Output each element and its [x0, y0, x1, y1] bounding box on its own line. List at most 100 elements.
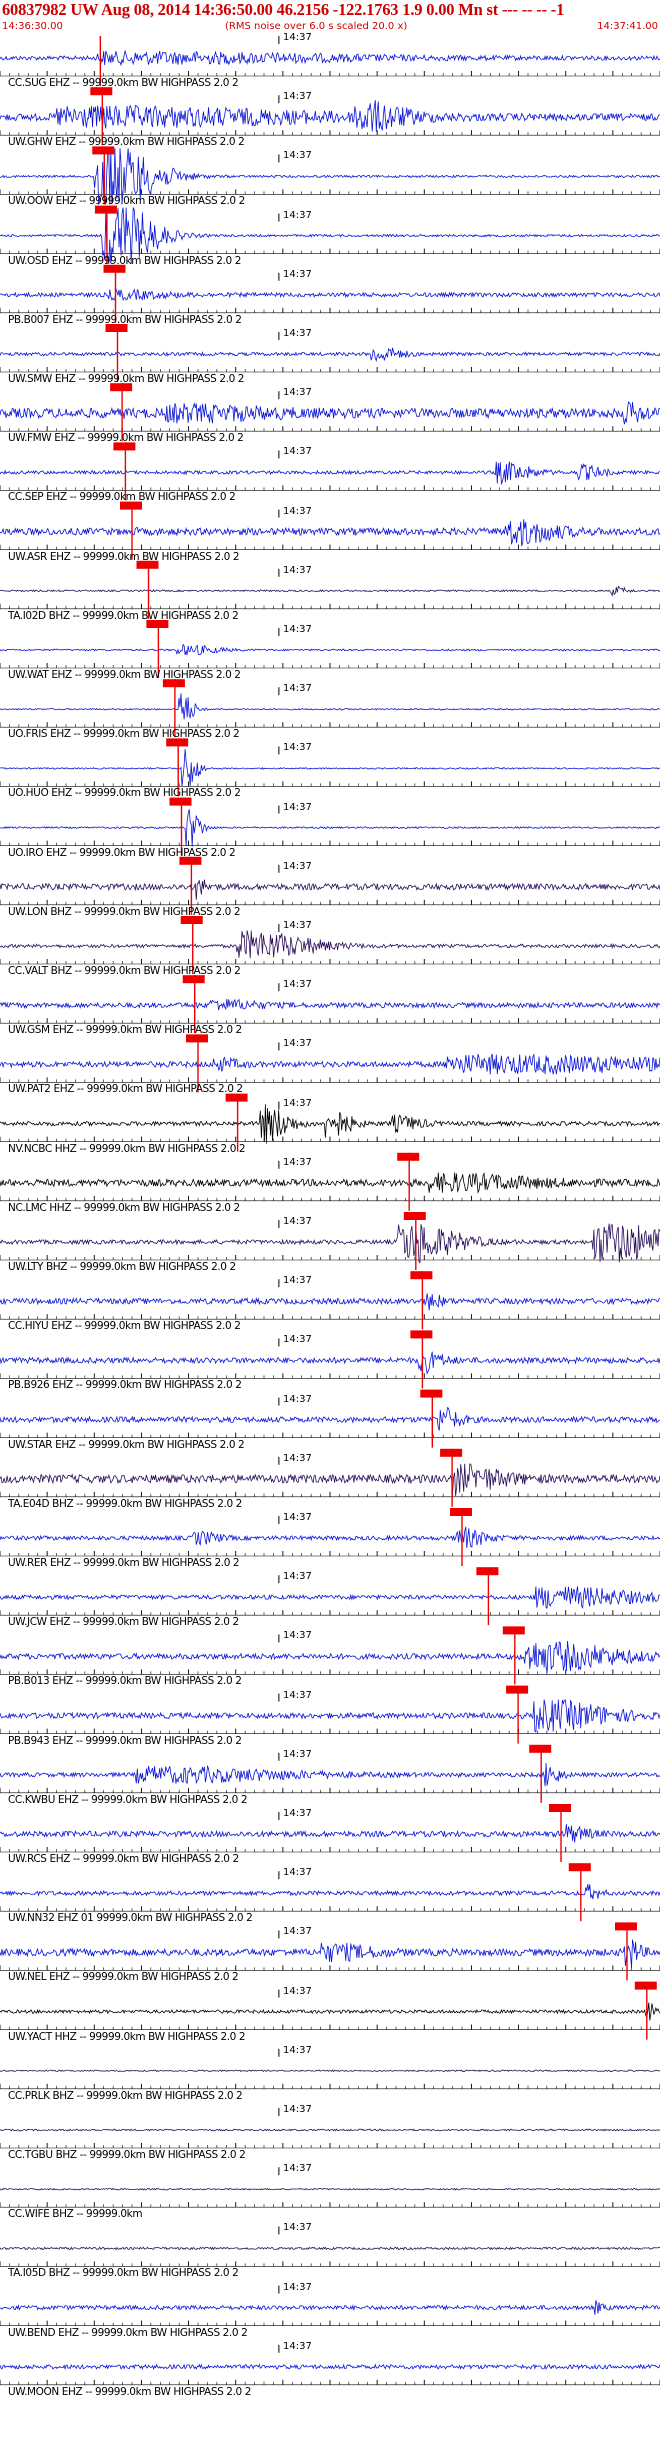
trace-label: UW.NEL EHZ -- 99999.0km BW HIGHPASS 2.0 … [8, 1971, 239, 1984]
pick-flag [476, 1567, 499, 1576]
trace-label: CC.SEP EHZ -- 99999.0km BW HIGHPASS 2.0 … [8, 491, 236, 504]
pick-flag [410, 1330, 433, 1339]
trace-row [0, 2285, 660, 2326]
minute-tick-label: 14:37 [283, 1038, 312, 1050]
trace-label: UW.MOON EHZ -- 99999.0km BW HIGHPASS 2.0… [8, 2385, 252, 2398]
minute-tick-label: 14:37 [283, 32, 312, 43]
minute-tick-label: 14:37 [283, 1334, 312, 1346]
minute-tick-label: 14:37 [283, 91, 312, 103]
trace-label: UW.PAT2 EHZ -- 99999.0km BW HIGHPASS 2.0… [8, 1083, 243, 1096]
trace-label: NC.LMC HHZ -- 99999.0km BW HIGHPASS 2.0 … [8, 1201, 240, 1214]
trace-label: CC.VALT BHZ -- 99999.0km BW HIGHPASS 2.0… [8, 965, 241, 977]
minute-tick-label: 14:37 [283, 683, 312, 695]
waveform [0, 1641, 660, 1673]
waveform [0, 693, 660, 720]
trace-row [0, 2167, 660, 2208]
waveform [0, 1884, 660, 1900]
minute-tick-label: 14:37 [283, 446, 312, 458]
end-time: 14:37:41.00 [597, 21, 658, 32]
waveform [0, 2363, 660, 2371]
waveform [0, 1172, 660, 1194]
waveform [0, 1463, 660, 1497]
trace-label: CC.PRLK BHZ -- 99999.0km BW HIGHPASS 2.0… [8, 2089, 243, 2102]
minute-tick-label: 14:37 [283, 1867, 312, 1879]
trace-label: CC.WIFE BHZ -- 99999.0km [8, 2208, 143, 2221]
trace-label: UW.RCS EHZ -- 99999.0km BW HIGHPASS 2.0 … [8, 1853, 239, 1865]
minute-tick-label: 14:37 [283, 1275, 312, 1287]
pick-flag [403, 1212, 426, 1220]
trace-label: UO.FRIS EHZ -- 99999.0km BW HIGHPASS 2.0… [8, 728, 240, 741]
minute-tick-label: 14:37 [283, 1512, 312, 1523]
minute-tick-label: 14:37 [283, 860, 312, 872]
pick-flag [549, 1804, 571, 1812]
trace-label: PB.B013 EHZ -- 99999.0km BW HIGHPASS 2.0… [8, 1675, 242, 1688]
waveform [0, 749, 660, 787]
minute-tick-label: 14:37 [283, 1748, 312, 1760]
waveform [0, 1406, 660, 1431]
pick-flag [450, 1508, 472, 1516]
trace-label: UW.YACT HHZ -- 99999.0km BW HIGHPASS 2.0… [8, 2030, 246, 2043]
waveform [0, 879, 660, 900]
minute-tick-label: 14:37 [283, 209, 312, 221]
trace-label: CC.HIYU EHZ -- 99999.0km BW HIGHPASS 2.0… [8, 1320, 241, 1333]
minute-tick-label: 14:37 [283, 742, 312, 754]
trace-label: UW.SMW EHZ -- 99999.0km BW HIGHPASS 2.0 … [8, 373, 245, 385]
trace-label: TA.E04D BHZ -- 99999.0km BW HIGHPASS 2.0… [8, 1497, 242, 1510]
trace-label: NV.NCBC HHZ -- 99999.0km BW HIGHPASS 2.0… [8, 1142, 246, 1155]
waveform [0, 1053, 660, 1075]
trace-label: CC.TGBU BHZ -- 99999.0km BW HIGHPASS 2.0… [8, 2149, 246, 2161]
minute-tick-label: 14:37 [283, 2281, 312, 2293]
minute-tick-label: 14:37 [283, 920, 312, 931]
pick-flag [634, 1981, 657, 1990]
trace-label: UW.NN32 EHZ 01 99999.0km BW HIGHPASS 2.0… [8, 1912, 253, 1925]
waveform [0, 930, 660, 959]
minute-tick-label: 14:37 [283, 328, 312, 339]
event-title: 60837982 UW Aug 08, 2014 14:36:50.00 46.… [2, 0, 565, 19]
minute-tick-label: 14:37 [283, 1630, 312, 1642]
seismogram-plot [0, 36, 660, 2386]
minute-tick-label: 14:37 [283, 801, 312, 813]
trace-label: UO.HUO EHZ -- 99999.0km BW HIGHPASS 2.0 … [8, 787, 241, 800]
waveform [0, 585, 660, 598]
minute-tick-label: 14:37 [283, 1156, 312, 1168]
trace-label: PB.B007 EHZ -- 99999.0km BW HIGHPASS 2.0… [8, 313, 242, 326]
minute-tick-label: 14:37 [283, 2044, 312, 2056]
minute-tick-label: 14:37 [283, 1571, 312, 1583]
waveform [0, 1351, 660, 1375]
trace-label: UW.OOW EHZ -- 99999.0km BW HIGHPASS 2.0 … [8, 195, 245, 208]
trace-label: CC.SUG EHZ -- 99999.0km BW HIGHPASS 2.0 … [8, 77, 239, 89]
waveform [0, 2002, 660, 2021]
waveform [0, 1526, 660, 1549]
waveform [0, 1939, 660, 1969]
minute-tick-label: 14:37 [283, 268, 312, 280]
waveform [0, 2069, 660, 2073]
minute-tick-label: 14:37 [283, 2104, 312, 2115]
pick-flag [420, 1389, 443, 1398]
minute-tick-label: 14:37 [283, 1689, 312, 1701]
minute-tick-label: 14:37 [283, 1926, 312, 1938]
trace-label: UW.OSD EHZ -- 99999.0km BW HIGHPASS 2.0 … [8, 254, 241, 267]
pick-flag [410, 1271, 433, 1280]
trace-label: UW.RER EHZ -- 99999.0km BW HIGHPASS 2.0 … [8, 1557, 240, 1569]
trace-label: UW.FMW EHZ -- 99999.0km BW HIGHPASS 2.0 … [8, 432, 244, 445]
pick-flag [568, 1863, 591, 1872]
header: 60837982 UW Aug 08, 2014 14:36:50.00 46.… [0, 0, 660, 36]
minute-tick-label: 14:37 [283, 1097, 312, 1109]
minute-tick-label: 14:37 [283, 1216, 312, 1227]
waveform [0, 347, 660, 362]
pick-flag [506, 1685, 529, 1694]
trace-label: TA.I02D BHZ -- 99999.0km BW HIGHPASS 2.0… [8, 609, 239, 622]
trace-row [0, 2108, 660, 2149]
trace-label: UW.BEND EHZ -- 99999.0km BW HIGHPASS 2.0… [8, 2326, 248, 2339]
trace-label: UW.GSM EHZ -- 99999.0km BW HIGHPASS 2.0 … [8, 1024, 242, 1037]
minute-tick-label: 14:37 [283, 387, 312, 399]
waveform [0, 288, 660, 302]
minute-tick-label: 14:37 [283, 2222, 312, 2234]
trace-label: UW.ASR EHZ -- 99999.0km BW HIGHPASS 2.0 … [8, 550, 240, 563]
minute-tick-label: 14:37 [283, 1808, 312, 1819]
waveform [0, 2128, 660, 2132]
trace-row [0, 2344, 660, 2386]
pick-flag [615, 1922, 637, 1931]
pick-flag [502, 1626, 525, 1635]
waveform [0, 1763, 660, 1787]
